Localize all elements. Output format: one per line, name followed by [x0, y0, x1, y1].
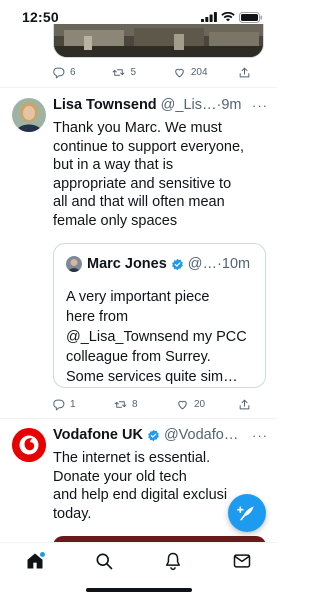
vodafone-avatar[interactable]	[12, 428, 46, 462]
reply-count: 6	[70, 67, 76, 78]
quote-header: Marc Jones @… · 10m	[66, 256, 250, 272]
reply-icon	[53, 399, 65, 411]
tweet-divider	[0, 87, 277, 88]
compose-button[interactable]	[228, 494, 266, 532]
tweet-time: 9m	[221, 97, 242, 113]
vodafone-logo-icon	[12, 428, 46, 462]
search-icon	[96, 553, 113, 570]
tweet1-text: Thank you Marc. We must continue to supp…	[53, 119, 271, 230]
lisa-townsend-avatar[interactable]	[12, 98, 46, 132]
like-count: 204	[190, 67, 208, 78]
share-button[interactable]	[238, 66, 252, 79]
text-line: appropriate and sensitive to	[53, 175, 232, 192]
retweet-count: 8	[132, 399, 138, 410]
like-button[interactable]: 204	[173, 66, 208, 79]
tweet2-header: Vodafone UK @Vodafo… ···	[53, 427, 268, 443]
more-options-button[interactable]: ···	[252, 98, 268, 113]
messages-icon	[233, 554, 251, 568]
like-button[interactable]: 20	[176, 398, 206, 411]
status-icons	[201, 11, 263, 23]
text-line: all and that will often mean	[53, 194, 225, 210]
verified-badge-icon	[171, 258, 183, 270]
retweet-button[interactable]: 5	[112, 66, 142, 79]
text-line: Some services quite sim…	[66, 369, 238, 385]
text-line: colleague from Surrey.	[66, 349, 211, 365]
tab-notifications[interactable]	[162, 550, 184, 572]
quote-text: A very important piece here from @_Lisa_…	[66, 287, 261, 387]
more-options-button[interactable]: ···	[252, 428, 268, 443]
tweet1-header: Lisa Townsend @_Lis… · 9m ···	[53, 97, 268, 113]
like-icon	[178, 400, 187, 410]
verified-badge-icon	[148, 429, 159, 441]
previous-tweet-actions: 6 5 204	[52, 66, 252, 79]
like-count: 20	[194, 399, 206, 410]
new-content-dot	[40, 552, 45, 557]
text-line: @_Lisa_Townsend my PCC	[66, 329, 247, 345]
tweet-divider	[0, 418, 277, 419]
text-line: continue to support everyone,	[53, 138, 245, 155]
like-icon	[175, 68, 184, 78]
wifi-icon	[221, 12, 235, 22]
notifications-icon	[166, 552, 180, 571]
signal-icon	[201, 12, 217, 22]
author-handle[interactable]: @_Lis…	[161, 97, 217, 113]
retweet-count: 5	[130, 67, 136, 78]
share-button[interactable]	[238, 398, 252, 411]
quote-author-handle: @…	[187, 256, 218, 272]
author-name[interactable]: Vodafone UK	[53, 427, 143, 443]
retweet-icon	[113, 69, 125, 76]
text-line: The internet is essential.	[53, 450, 211, 466]
text-line: Thank you Marc. We must	[53, 120, 222, 136]
share-icon	[239, 399, 250, 410]
reply-icon	[53, 67, 65, 79]
previous-tweet-photo	[54, 24, 263, 57]
compose-icon	[237, 506, 254, 521]
tab-messages[interactable]	[231, 550, 253, 572]
reply-button[interactable]: 6	[52, 66, 82, 79]
avatar-photo	[12, 98, 46, 132]
battery-icon	[239, 11, 263, 23]
share-icon	[239, 67, 250, 78]
retweet-icon	[114, 401, 127, 408]
quote-author-name: Marc Jones	[87, 256, 167, 272]
text-line: A very important piece	[66, 289, 210, 305]
text-line: but in a way that is	[53, 157, 174, 173]
previous-tweet-image[interactable]	[53, 24, 264, 58]
quote-time: 10m	[221, 256, 251, 272]
author-name[interactable]: Lisa Townsend	[53, 97, 157, 113]
text-line: Donate your old tech	[53, 468, 187, 485]
text-line: here from	[66, 309, 129, 325]
quote-avatar-photo	[66, 256, 82, 272]
text-line: female only spaces	[53, 212, 178, 229]
status-time: 12:50	[22, 9, 59, 25]
tab-home[interactable]	[24, 550, 46, 572]
tweet1-actions: 1 8 20	[52, 398, 252, 411]
quoted-tweet[interactable]: Marc Jones @… · 10m A very important pie…	[53, 243, 266, 388]
reply-button[interactable]: 1	[52, 398, 82, 411]
tab-search[interactable]	[93, 550, 115, 572]
marc-jones-avatar	[66, 256, 82, 272]
retweet-button[interactable]: 8	[114, 398, 144, 411]
home-indicator	[86, 588, 192, 592]
reply-count: 1	[70, 399, 76, 410]
author-handle[interactable]: @Vodafo…	[164, 427, 238, 443]
